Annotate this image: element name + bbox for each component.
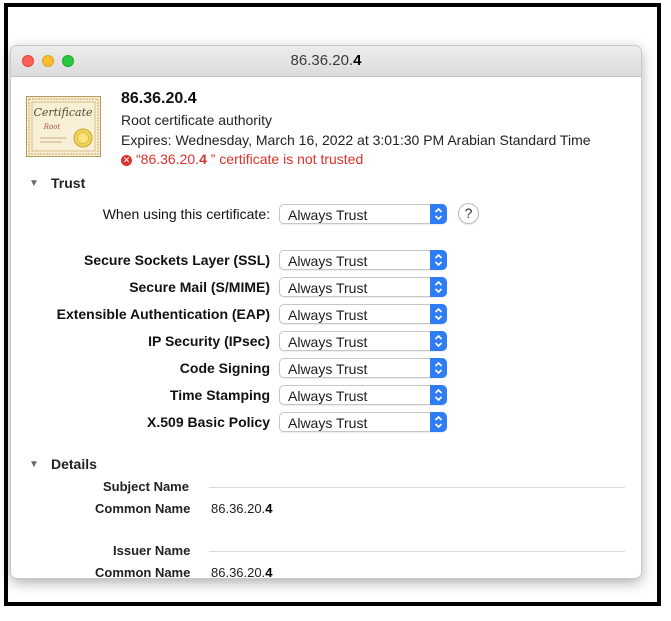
trust-row-popup[interactable]: Always Trust <box>279 331 447 351</box>
trust-row-label: Code Signing <box>179 360 270 376</box>
subject-cn-bold: 4 <box>265 501 273 516</box>
trust-row-label: Secure Mail (S/MIME) <box>129 279 270 295</box>
error-bold: 4 <box>199 151 207 167</box>
error-suffix: ” certificate is not trusted <box>206 151 364 167</box>
trust-row-value: Always Trust <box>288 280 368 296</box>
stepper-arrows-icon <box>430 358 447 378</box>
trust-row-value: Always Trust <box>288 361 368 377</box>
certificate-window: 86.36.20.4 Certificate Root 86.36.20.4 R… <box>11 46 641 578</box>
trust-row-popup[interactable]: Always Trust <box>279 385 447 405</box>
trust-row-popup[interactable]: Always Trust <box>279 412 447 432</box>
trust-row-value: Always Trust <box>288 388 368 404</box>
trust-row-popup[interactable]: Always Trust <box>279 277 447 297</box>
trust-disclosure-triangle-icon[interactable]: ▼ <box>29 178 39 189</box>
trust-row-popup[interactable]: Always Trust <box>279 358 447 378</box>
stepper-arrows-icon <box>430 304 447 324</box>
help-button[interactable]: ? <box>458 203 479 224</box>
window-title: 86.36.20.4 <box>11 52 641 69</box>
certificate-badge-text: Certificate <box>33 106 93 119</box>
x-circle-icon: ✕ <box>121 155 132 166</box>
subject-divider <box>209 487 625 488</box>
when-using-label: When using this certificate: <box>102 206 270 222</box>
trust-error-message: ✕ “86.36.20.4 ” certificate is not truste… <box>121 151 363 167</box>
certificate-name-bold: 4 <box>187 90 197 107</box>
trust-row-label: X.509 Basic Policy <box>147 414 270 430</box>
subject-name-heading: Subject Name <box>103 479 189 494</box>
stepper-arrows-icon <box>430 277 447 297</box>
trust-row-label: Extensible Authentication (EAP) <box>56 306 270 322</box>
subject-common-name-value: 86.36.20.4 <box>211 501 272 516</box>
when-using-value: Always Trust <box>288 207 368 223</box>
error-prefix: “86.36.20. <box>136 151 200 167</box>
when-using-popup[interactable]: Always Trust <box>279 204 447 224</box>
subject-cn-main: 86.36.20. <box>211 501 266 516</box>
certificate-badge-subtext: Root <box>43 123 61 131</box>
certificate-expiry: Expires: Wednesday, March 16, 2022 at 3:… <box>121 132 591 148</box>
trust-row-label: Secure Sockets Layer (SSL) <box>84 252 270 268</box>
trust-row-label: Time Stamping <box>169 387 270 403</box>
stepper-arrows-icon <box>430 331 447 351</box>
certificate-name-main: 86.36.20. <box>121 90 188 107</box>
trust-row-value: Always Trust <box>288 253 368 269</box>
window-title-main: 86.36.20. <box>290 52 354 69</box>
subject-common-name-label: Common Name <box>95 501 191 516</box>
title-bar[interactable]: 86.36.20.4 <box>11 46 641 77</box>
issuer-cn-bold: 4 <box>265 565 273 578</box>
certificate-name: 86.36.20.4 <box>121 90 197 108</box>
stepper-arrows-icon <box>430 385 447 405</box>
trust-row-label: IP Security (IPsec) <box>148 333 270 349</box>
issuer-common-name-value: 86.36.20.4 <box>211 565 272 578</box>
trust-row-popup[interactable]: Always Trust <box>279 304 447 324</box>
trust-row-value: Always Trust <box>288 307 368 323</box>
details-section-label[interactable]: Details <box>51 456 97 472</box>
window-title-bold: 4 <box>353 52 362 69</box>
issuer-cn-main: 86.36.20. <box>211 565 266 578</box>
stepper-arrows-icon <box>430 412 447 432</box>
certificate-icon: Certificate Root <box>26 96 101 157</box>
issuer-name-heading: Issuer Name <box>113 543 191 558</box>
stepper-arrows-icon <box>430 250 447 270</box>
trust-row-value: Always Trust <box>288 334 368 350</box>
issuer-divider <box>209 551 625 552</box>
trust-row-value: Always Trust <box>288 415 368 431</box>
issuer-common-name-label: Common Name <box>95 565 191 578</box>
certificate-kind: Root certificate authority <box>121 112 272 128</box>
trust-row-popup[interactable]: Always Trust <box>279 250 447 270</box>
details-disclosure-triangle-icon[interactable]: ▼ <box>29 459 39 470</box>
trust-section-label[interactable]: Trust <box>51 175 85 191</box>
stepper-arrows-icon <box>430 204 447 224</box>
